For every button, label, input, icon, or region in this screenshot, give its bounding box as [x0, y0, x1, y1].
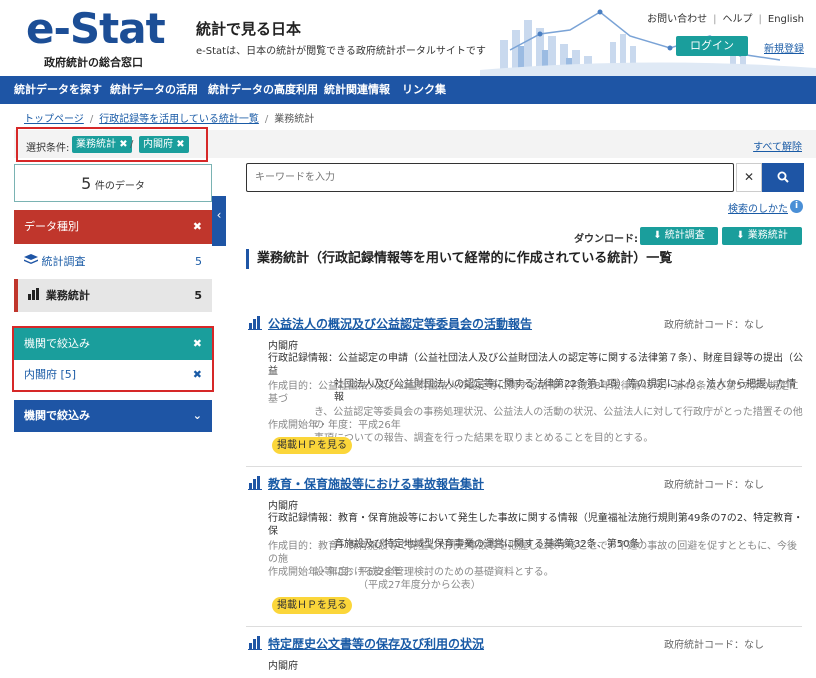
nav-related-info[interactable]: 統計関連情報 [324, 76, 390, 104]
highlight-box-conditions [16, 127, 208, 162]
login-button[interactable]: ログイン [676, 36, 748, 56]
chevron-down-icon: ⌄ [192, 409, 202, 422]
data-type-item-count: 5 [194, 289, 202, 302]
main-nav: 統計データを探す 統計データの活用 統計データの高度利用 統計関連情報 リンク集 [0, 76, 816, 104]
item-agency: 内閣府 [268, 661, 298, 672]
data-type-item-survey[interactable]: 統計調査 5 [14, 245, 212, 278]
item-start-year: 作成開始年・年度：平成26年 [268, 420, 401, 431]
clear-all-link[interactable]: すべて解除 [753, 138, 802, 153]
nav-advanced[interactable]: 統計データの高度利用 [208, 76, 318, 104]
download-business-button[interactable]: ⬇ 業務統計 [722, 227, 802, 245]
search-button[interactable] [762, 163, 804, 192]
english-link[interactable]: English [768, 14, 804, 25]
item-purpose: 作成目的：公益社団法人及び公益財団法人の認定等に関する法律（平成18年法律第49… [268, 381, 803, 444]
breadcrumb-top[interactable]: トップページ [24, 114, 84, 125]
collapse-panel-button[interactable]: ‹ [212, 196, 226, 246]
search-howto-link[interactable]: 検索のしかた [728, 200, 788, 215]
data-type-item-count: 5 [195, 255, 202, 268]
item-agency: 内閣府 [268, 341, 298, 352]
search-input[interactable] [246, 163, 734, 192]
search-clear-button[interactable]: ✕ [736, 163, 762, 192]
view-hp-button[interactable]: 掲載ＨＰを見る [272, 597, 352, 614]
download-label: ダウンロード: [574, 234, 638, 245]
breadcrumb-list[interactable]: 行政記録等を活用している統計一覧 [99, 114, 259, 125]
close-icon[interactable]: ✖ [193, 210, 202, 244]
data-type-item-label: 統計調査 [41, 255, 86, 268]
item-agency: 内閣府 [268, 501, 298, 512]
header-links: お問い合わせ | ヘルプ | English [647, 14, 804, 25]
item-code: 政府統計コード：なし [664, 640, 764, 651]
org-filter2-header[interactable]: 機関で絞込み ⌄ [14, 400, 212, 432]
item-code: 政府統計コード：なし [664, 320, 764, 331]
register-link[interactable]: 新規登録 [764, 40, 804, 55]
nav-find-data[interactable]: 統計データを探す [14, 76, 102, 104]
logo-subtitle: 政府統計の総合窓口 [44, 56, 143, 69]
help-link[interactable]: ヘルプ [723, 14, 753, 25]
data-type-header[interactable]: データ種別 ✖ [14, 210, 212, 244]
bar-chart-icon [248, 636, 262, 650]
item-title[interactable]: 教育・保育施設等における事故報告集計 [268, 475, 484, 492]
download-icon: ⬇ [736, 230, 745, 241]
site-header: e-Stat 政府統計の総合窓口 統計で見る日本 e-Statは、日本の統計が閲… [0, 0, 816, 76]
data-type-item-business[interactable]: 業務統計 5 [14, 279, 212, 312]
info-icon[interactable]: i [790, 200, 803, 213]
list-title: 業務統計（行政記録情報等を用いて経常的に作成されている統計）一覧 [246, 249, 672, 269]
site-title: 統計で見る日本 [196, 20, 302, 38]
item-code: 政府統計コード：なし [664, 480, 764, 491]
result-count: 5 件のデータ [14, 164, 212, 202]
layers-icon [24, 254, 38, 264]
item-title[interactable]: 特定歴史公文書等の保存及び利用の状況 [268, 635, 484, 652]
result-count-unit: 件のデータ [94, 181, 145, 192]
breadcrumb-current: 業務統計 [274, 114, 315, 125]
item-start-year: 作成開始年・年度：平成28年 （平成27年度分から公表） [268, 567, 481, 591]
download-survey-button[interactable]: ⬇ 統計調査 [640, 227, 718, 245]
result-count-number: 5 [81, 174, 92, 193]
contact-link[interactable]: お問い合わせ [647, 14, 707, 25]
data-type-item-label: 業務統計 [45, 289, 90, 302]
close-icon: ✕ [743, 170, 755, 184]
nav-use-data[interactable]: 統計データの活用 [110, 76, 198, 104]
chevron-left-icon: ‹ [216, 208, 222, 222]
bar-chart-icon [28, 288, 39, 300]
site-logo[interactable]: e-Stat [26, 4, 166, 54]
site-description: e-Statは、日本の統計が閲覧できる政府統計ポータルサイトです [196, 46, 486, 57]
item-divider [246, 466, 802, 467]
item-divider [246, 626, 802, 627]
bar-chart-icon [248, 476, 262, 490]
view-hp-button[interactable]: 掲載ＨＰを見る [272, 437, 352, 454]
nav-links[interactable]: リンク集 [402, 76, 446, 104]
breadcrumb: トップページ / 行政記録等を活用している統計一覧 / 業務統計 [24, 114, 315, 125]
download-icon: ⬇ [653, 230, 662, 241]
highlight-box-org-filter [12, 326, 214, 392]
item-title[interactable]: 公益法人の概況及び公益認定等委員会の活動報告 [268, 315, 532, 332]
bar-chart-icon [248, 316, 262, 330]
search-icon [777, 171, 789, 183]
